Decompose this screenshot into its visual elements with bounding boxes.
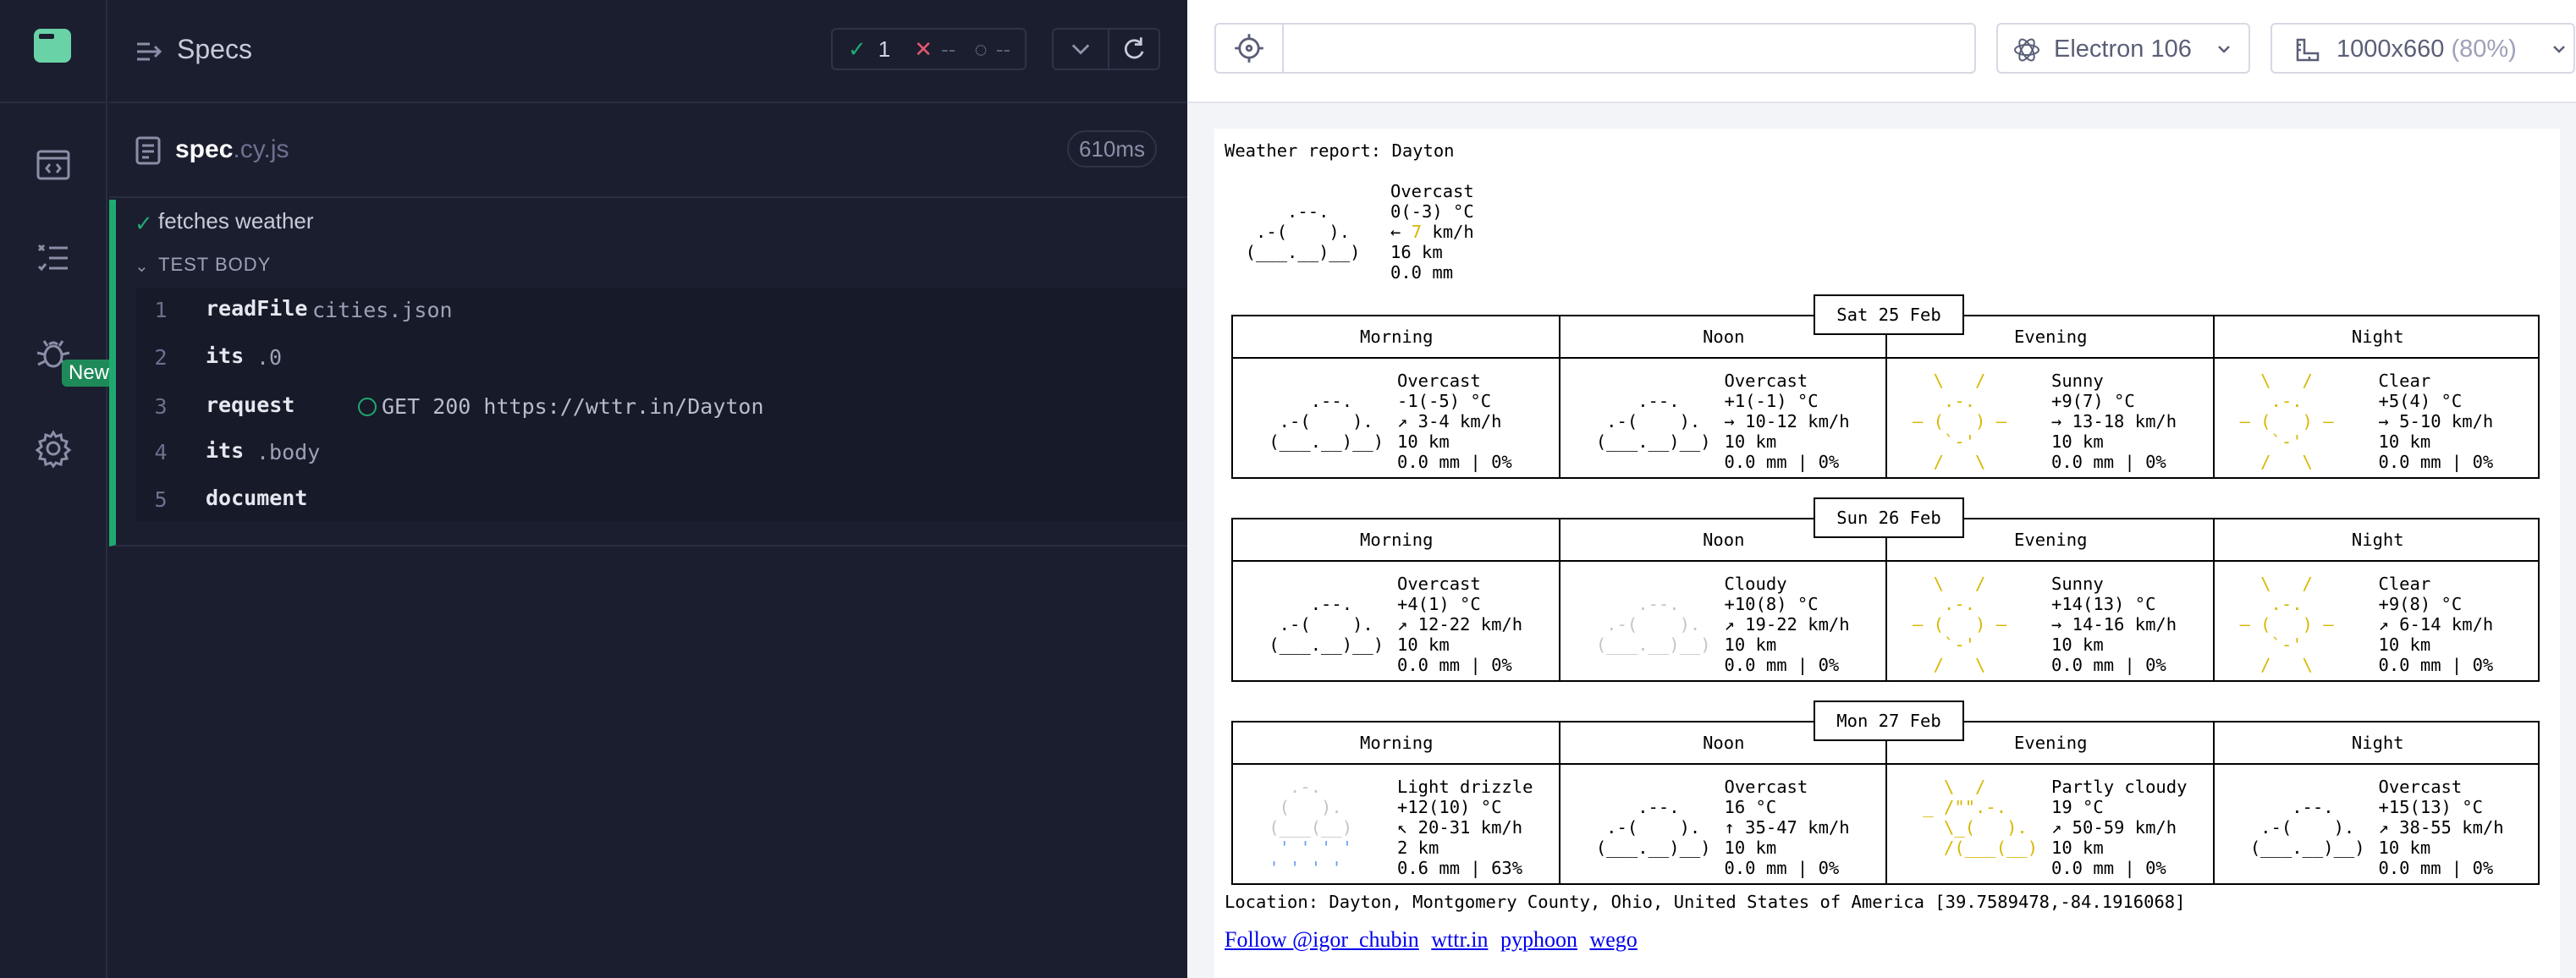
command-log-panel: Specs ✓ 1 ✕ -- ◌ -- spec.cy.js 610ms ✓ f… — [109, 0, 1187, 978]
forecast-cell: \ / .-. ― ( ) ― `-' / \ Clear +9(8) °C ↗… — [2239, 574, 2494, 675]
preview-toolbar: Electron 106 1000x660 (80%) — [1187, 0, 2576, 103]
runs-nav-icon[interactable] — [32, 237, 74, 279]
command-row[interactable]: 3 request GET 200 https://wttr.in/Dayton — [136, 384, 1187, 431]
specs-list-icon[interactable] — [135, 37, 163, 66]
pending-icon: ◌ — [974, 36, 988, 62]
period-label: Morning — [1360, 530, 1434, 550]
ruler-icon — [2296, 38, 2320, 62]
failed-icon: ✕ — [914, 36, 933, 62]
period-label: Morning — [1360, 733, 1434, 753]
forecast-day: Sun 26 Feb Morning Noon Evening Night .-… — [1231, 497, 2540, 684]
partly-cloudy-ascii-art: \ / _ /"".-. \_( ). /(___(__) — [1923, 777, 2039, 858]
spec-header: spec.cy.js 610ms — [109, 105, 1187, 198]
new-badge: New — [62, 360, 117, 387]
cloudy-ascii-art: .--. .-( ). (___.__)__) — [1595, 594, 1711, 655]
divider — [0, 102, 107, 103]
follow-link[interactable]: Follow @igor_chubin — [1225, 927, 1419, 952]
command-row[interactable]: 4 its .body — [136, 430, 1187, 477]
chevron-down-icon — [2553, 46, 2565, 53]
pyphoon-link[interactable]: pyphoon — [1500, 927, 1577, 952]
spec-duration: 610ms — [1067, 130, 1158, 168]
collapse-button[interactable] — [1052, 28, 1109, 70]
forecast-cell: \ / _ /"".-. \_( ). /(___(__) Partly clo… — [1887, 766, 2215, 885]
forecast-day: Sat 25 Feb Morning Noon Evening Night .-… — [1231, 294, 2540, 481]
spec-filename: spec.cy.js — [175, 135, 289, 163]
forecast-cell: \ / .-. ― ( ) ― `-' / \ Clear +5(4) °C →… — [2239, 371, 2494, 472]
chevron-down-icon[interactable]: ⌄ — [135, 255, 149, 276]
chevron-down-icon — [2218, 46, 2230, 53]
forecast-cell: .--. .-( ). (___.__)__) Overcast +1(-1) … — [1560, 360, 1888, 479]
file-icon — [135, 135, 162, 166]
reporter-header: Specs ✓ 1 ✕ -- ◌ -- — [109, 0, 1187, 103]
clear-ascii-art: \ / .-. ― ( ) ― `-' / \ — [2239, 371, 2334, 472]
forecast-cell: .--. .-( ). (___.__)__) Overcast -1(-5) … — [1233, 360, 1560, 479]
electron-icon — [2014, 38, 2039, 62]
overcast-ascii-art: .--. .-( ). (___.__)__) — [2249, 797, 2365, 858]
sunny-ascii-art: \ / .-. ― ( ) ― `-' / \ — [1913, 574, 2007, 675]
selector-playground-button[interactable] — [1214, 23, 1284, 74]
period-label: Morning — [1360, 327, 1434, 347]
test-stats: ✓ 1 ✕ -- ◌ -- — [831, 28, 1027, 70]
passed-check-icon: ✓ — [135, 212, 153, 237]
forecast-cell: .--. .-( ). (___.__)__) Overcast +15(13)… — [2215, 766, 2542, 885]
test-item[interactable]: ✓ fetches weather ⌄ TEST BODY 1 readFile… — [109, 200, 1187, 547]
command-list: 1 readFile cities.json 2 its .0 3 reques… — [136, 288, 1187, 521]
forecast-cell: .--. .-( ). (___.__)__) Cloudy +10(8) °C… — [1560, 563, 1888, 682]
passed-count: 1 — [878, 36, 891, 62]
app-sidebar: New — [0, 0, 117, 978]
forecast-cell: .--. .-( ). (___.__)__) Overcast +4(1) °… — [1233, 563, 1560, 682]
forecast-cell: \ / .-. ― ( ) ― `-' / \ Sunny +9(7) °C →… — [1913, 371, 2177, 472]
test-body-label[interactable]: TEST BODY — [158, 254, 271, 276]
reporter-title[interactable]: Specs — [177, 34, 252, 65]
sunny-ascii-art: \ / .-. ― ( ) ― `-' / \ — [1913, 371, 2007, 472]
overcast-ascii-art: .--. .-( ). (___.__)__) — [1245, 201, 1361, 262]
forecast-date: Sat 25 Feb — [1814, 294, 1964, 335]
browser-selector[interactable]: Electron 106 — [1996, 23, 2250, 74]
drizzle-ascii-art: .-. ( ). (___(__) ' ' ' ' ' ' ' ' — [1258, 777, 1363, 878]
viewport-info[interactable]: 1000x660 (80%) — [2271, 23, 2575, 74]
passed-icon: ✓ — [848, 36, 867, 62]
wttr-link[interactable]: wttr.in — [1431, 927, 1488, 952]
overcast-ascii-art: .--. .-( ). (___.__)__) — [1269, 391, 1384, 452]
specs-nav-icon[interactable] — [32, 144, 74, 186]
period-label: Night — [2351, 733, 2404, 753]
location-text: Location: Dayton, Montgomery County, Ohi… — [1225, 892, 2186, 912]
overcast-ascii-art: .--. .-( ). (___.__)__) — [1269, 594, 1384, 655]
forecast-day: Mon 27 Feb Morning Noon Evening Night .-… — [1231, 701, 2540, 887]
application-under-test: Weather report: Dayton .--. .-( ). (___.… — [1214, 129, 2560, 978]
settings-nav-icon[interactable] — [32, 427, 74, 470]
test-title[interactable]: fetches weather — [158, 208, 314, 234]
status-circle-icon — [358, 398, 377, 416]
forecast-cell: \ / .-. ― ( ) ― `-' / \ Sunny +14(13) °C… — [1913, 574, 2177, 675]
pending-count: -- — [995, 36, 1011, 62]
forecast-cell: .--. .-( ). (___.__)__) Overcast 16 °C ↑… — [1560, 766, 1888, 885]
command-row[interactable]: 1 readFile cities.json — [136, 288, 1187, 335]
footer-links: Follow @igor_chubin wttr.in pyphoon wego — [1225, 927, 1644, 953]
failed-count: -- — [941, 36, 956, 62]
cypress-logo[interactable] — [34, 29, 71, 63]
clear-ascii-art: \ / .-. ― ( ) ― `-' / \ — [2239, 574, 2334, 675]
rerun-button[interactable] — [1108, 28, 1160, 70]
weather-title: Weather report: Dayton — [1225, 140, 1455, 161]
command-row[interactable]: 5 document — [136, 477, 1187, 525]
forecast-date: Sun 26 Feb — [1814, 497, 1964, 538]
command-row[interactable]: 2 its .0 — [136, 335, 1187, 382]
overcast-ascii-art: .--. .-( ). (___.__)__) — [1595, 391, 1711, 452]
overcast-ascii-art: .--. .-( ). (___.__)__) — [1595, 797, 1711, 858]
wego-link[interactable]: wego — [1589, 927, 1637, 952]
forecast-cell: .-. ( ). (___(__) ' ' ' ' ' ' ' ' Light … — [1258, 777, 1533, 878]
url-bar[interactable] — [1282, 23, 1976, 74]
period-label: Night — [2351, 530, 2404, 550]
app-preview-panel: Electron 106 1000x660 (80%) Weather repo… — [1187, 0, 2576, 978]
forecast-date: Mon 27 Feb — [1814, 701, 1964, 741]
period-label: Night — [2351, 327, 2404, 347]
